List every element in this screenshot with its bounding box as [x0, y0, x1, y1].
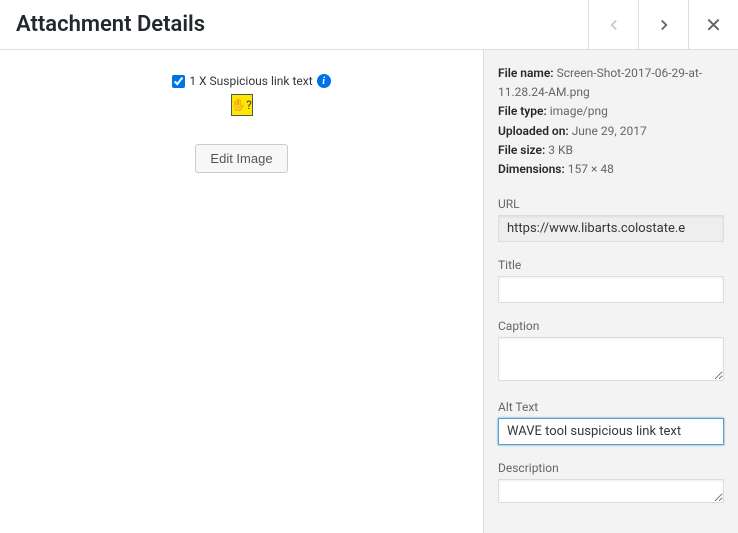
- title-label: Title: [498, 258, 724, 272]
- file-size-value: 3 KB: [548, 143, 573, 157]
- description-input[interactable]: [498, 479, 724, 503]
- file-meta: File name: Screen-Shot-2017-06-29-at-11.…: [498, 64, 724, 179]
- dimensions-value: 157 × 48: [568, 162, 614, 176]
- file-size-label: File size:: [498, 143, 545, 157]
- caption-label: Caption: [498, 319, 724, 333]
- close-button[interactable]: ✕: [688, 0, 738, 49]
- title-input[interactable]: [498, 276, 724, 303]
- caption-input[interactable]: [498, 337, 724, 381]
- file-type-label: File type:: [498, 104, 547, 118]
- description-label: Description: [498, 461, 724, 475]
- url-label: URL: [498, 197, 724, 211]
- edit-image-button[interactable]: Edit Image: [195, 144, 287, 173]
- file-name-label: File name:: [498, 66, 554, 80]
- wave-alert-row: 1 X Suspicious link text i: [172, 74, 330, 88]
- chevron-left-icon: [605, 16, 623, 34]
- uploaded-on-value: June 29, 2017: [572, 124, 647, 138]
- page-title: Attachment Details: [0, 0, 588, 49]
- info-icon[interactable]: i: [317, 74, 331, 88]
- title-field-group: Title: [498, 258, 724, 303]
- modal-header: Attachment Details ✕: [0, 0, 738, 50]
- wave-checkbox[interactable]: [172, 75, 185, 88]
- alt-text-label: Alt Text: [498, 400, 724, 414]
- attachment-thumbnail: ✋?: [231, 94, 253, 116]
- next-button[interactable]: [638, 0, 688, 49]
- uploaded-on-label: Uploaded on:: [498, 124, 569, 138]
- thumbnail-glyph: ✋?: [231, 98, 252, 112]
- url-field-group: URL: [498, 197, 724, 242]
- modal-body: 1 X Suspicious link text i ✋? Edit Image…: [0, 50, 738, 533]
- caption-field-group: Caption: [498, 319, 724, 384]
- description-field-group: Description: [498, 461, 724, 506]
- close-icon: ✕: [705, 13, 722, 37]
- url-input[interactable]: [498, 215, 724, 242]
- wave-alert-label: 1 X Suspicious link text: [189, 74, 312, 88]
- alt-text-field-group: Alt Text: [498, 400, 724, 445]
- chevron-right-icon: [655, 16, 673, 34]
- dimensions-label: Dimensions:: [498, 162, 565, 176]
- header-nav: ✕: [588, 0, 738, 49]
- attachment-preview-area: 1 X Suspicious link text i ✋? Edit Image: [0, 50, 483, 533]
- file-type-value: image/png: [550, 104, 608, 118]
- alt-text-input[interactable]: [498, 418, 724, 445]
- prev-button[interactable]: [588, 0, 638, 49]
- details-sidebar: File name: Screen-Shot-2017-06-29-at-11.…: [483, 50, 738, 533]
